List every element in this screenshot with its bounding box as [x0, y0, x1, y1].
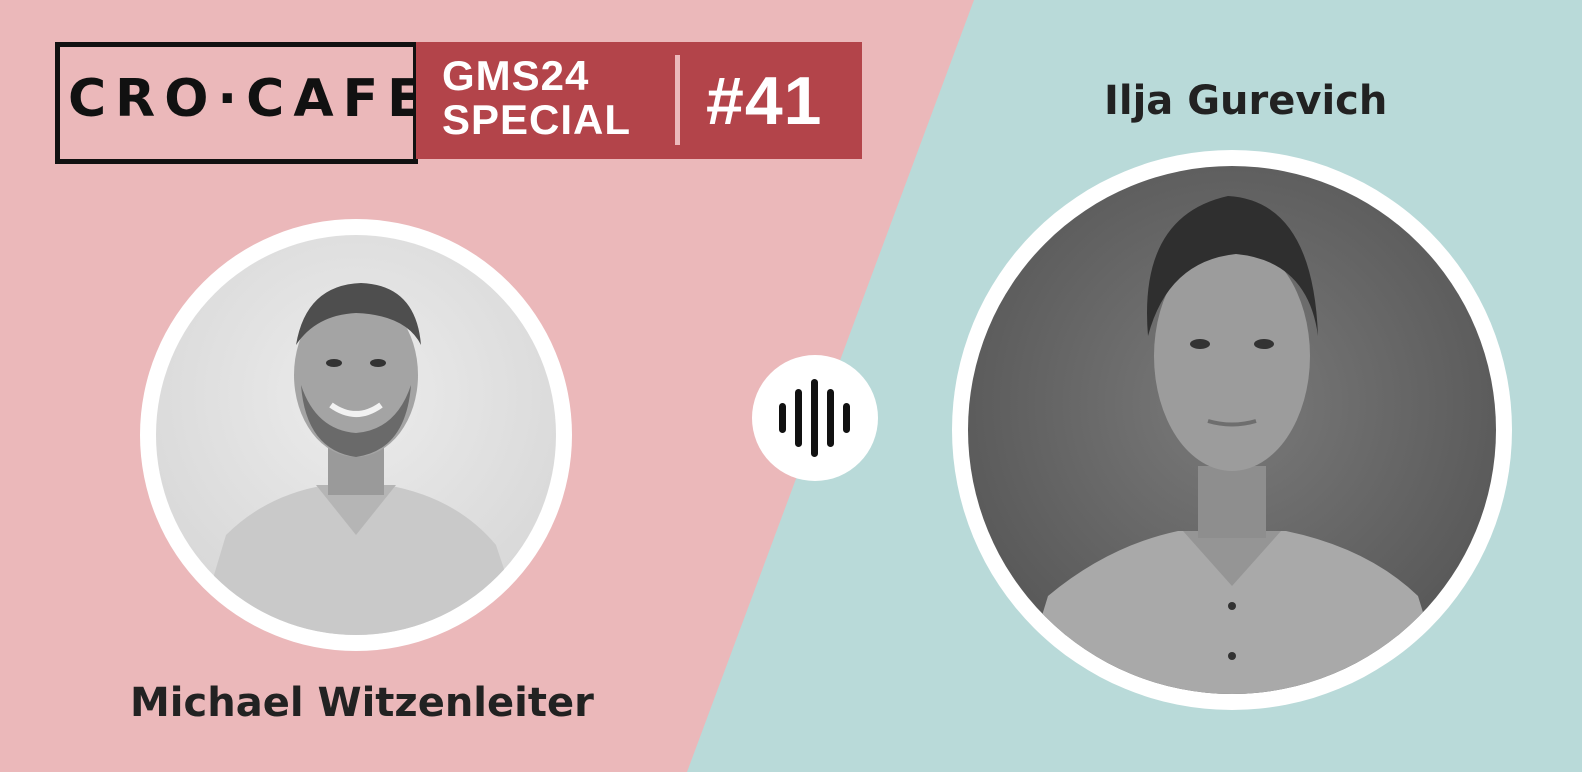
person-portrait-icon	[968, 166, 1496, 694]
banner-line-1: GMS24	[442, 52, 590, 99]
logo-text: CRO·CAFE	[68, 69, 432, 129]
guest-portrait-ilja	[952, 150, 1512, 710]
person-portrait-icon	[156, 235, 556, 635]
guest-name-ilja: Ilja Gurevich	[1104, 78, 1388, 124]
banner-divider	[675, 55, 680, 145]
guest-name-michael: Michael Witzenleiter	[130, 680, 594, 726]
episode-number: #41	[706, 63, 823, 139]
banner-subtitle: GMS24 SPECIAL	[442, 54, 662, 142]
sound-wave-badge	[752, 355, 878, 481]
sound-wave-icon	[779, 379, 850, 457]
guest-portrait-michael	[140, 219, 572, 651]
banner-line-2: SPECIAL	[442, 96, 632, 143]
